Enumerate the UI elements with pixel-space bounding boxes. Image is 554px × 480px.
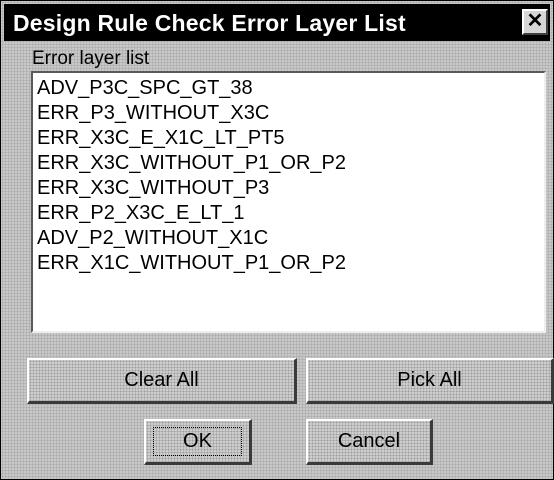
clear-all-label: Clear All xyxy=(124,369,199,391)
list-item[interactable]: ADV_P2_WITHOUT_X1C xyxy=(37,226,268,251)
title-bar[interactable]: Design Rule Check Error Layer List ✕ xyxy=(4,4,550,41)
pick-all-button[interactable]: Pick All xyxy=(306,358,554,404)
cancel-button[interactable]: Cancel xyxy=(306,419,433,465)
close-icon: ✕ xyxy=(526,10,544,32)
error-layer-listbox[interactable]: ADV_P3C_SPC_GT_38 ERR_P3_WITHOUT_X3C ERR… xyxy=(31,71,546,333)
drc-error-layer-dialog: Design Rule Check Error Layer List ✕ Err… xyxy=(0,0,554,480)
pick-all-label: Pick All xyxy=(397,369,462,391)
list-item[interactable]: ERR_P3_WITHOUT_X3C xyxy=(37,101,269,126)
ok-button[interactable]: OK xyxy=(144,419,252,465)
list-item[interactable]: ERR_P2_X3C_E_LT_1 xyxy=(37,201,245,226)
list-item[interactable]: ERR_X3C_WITHOUT_P1_OR_P2 xyxy=(37,151,346,176)
cancel-label: Cancel xyxy=(337,430,401,452)
window-title: Design Rule Check Error Layer List xyxy=(13,10,406,36)
clear-all-button[interactable]: Clear All xyxy=(27,358,297,404)
list-item[interactable]: ADV_P3C_SPC_GT_38 xyxy=(37,76,253,101)
list-item[interactable]: ERR_X3C_E_X1C_LT_PT5 xyxy=(37,126,285,151)
list-item[interactable]: ERR_X1C_WITHOUT_P1_OR_P2 xyxy=(37,251,346,276)
close-button[interactable]: ✕ xyxy=(522,9,548,35)
focus-rectangle xyxy=(153,427,242,456)
error-layer-list-label: Error layer list xyxy=(32,48,150,69)
list-item[interactable]: ERR_X3C_WITHOUT_P3 xyxy=(37,176,269,201)
